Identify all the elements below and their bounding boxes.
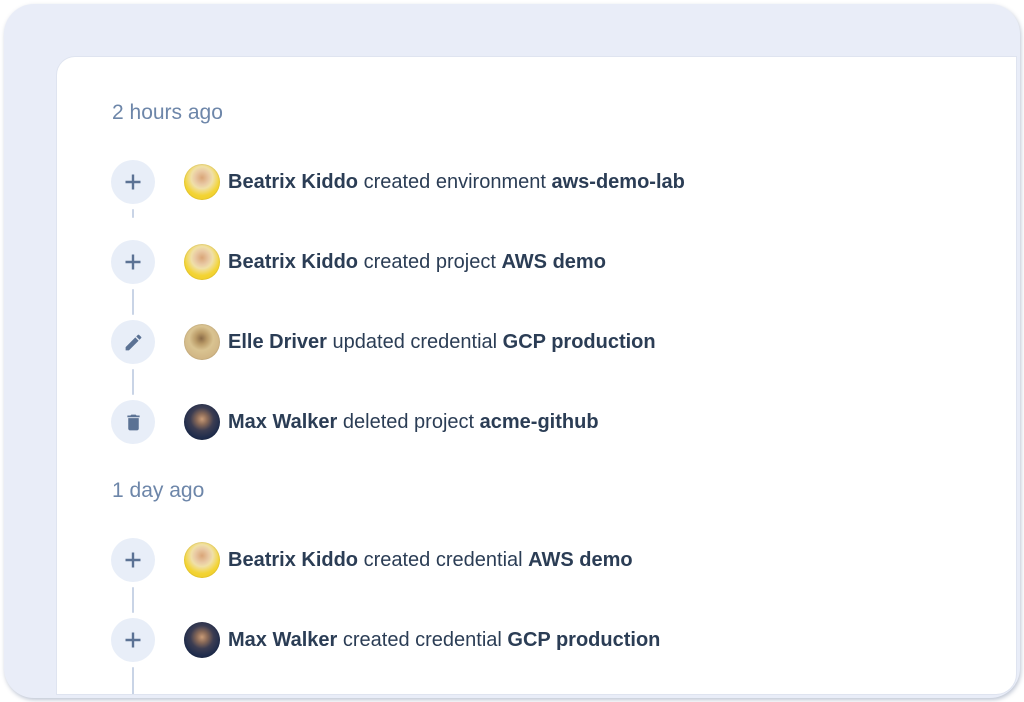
activity-group: Beatrix Kiddo created environment aws-de…	[57, 142, 1016, 462]
update-action-badge	[111, 320, 155, 364]
create-action-badge	[111, 240, 155, 284]
plus-icon	[121, 250, 145, 274]
delete-action-badge	[111, 400, 155, 444]
activity-feed-card: 2 hours ago Beatrix Kiddo created enviro…	[57, 57, 1016, 694]
create-action-badge	[111, 618, 155, 662]
activity-row[interactable]: Elle Driver updated credential GCP produ…	[57, 302, 1016, 382]
activity-text: Elle Driver updated credential GCP produ…	[228, 331, 656, 354]
activity-row[interactable]: Beatrix Kiddo created credential AWS dem…	[57, 520, 1016, 600]
plus-icon	[121, 170, 145, 194]
group-label-1-day-ago: 1 day ago	[112, 478, 1016, 504]
activity-text: Max Walker created credential GCP produc…	[228, 629, 660, 652]
user-name: Beatrix Kiddo	[228, 549, 358, 571]
target-name: AWS demo	[528, 549, 632, 571]
avatar-beatrix-kiddo	[184, 542, 220, 578]
trash-icon	[123, 412, 144, 433]
target-name: GCP production	[503, 331, 656, 353]
action-text: created environment	[364, 171, 546, 193]
plus-icon	[121, 628, 145, 652]
action-text: created project	[364, 251, 496, 273]
plus-icon	[121, 548, 145, 572]
activity-text: Max Walker deleted project acme-github	[228, 411, 599, 434]
action-text: created credential	[364, 549, 523, 571]
activity-text: Beatrix Kiddo created project AWS demo	[228, 251, 606, 274]
activity-text: Beatrix Kiddo created environment aws-de…	[228, 171, 685, 194]
target-name: acme-github	[480, 411, 599, 433]
group-label-2-hours-ago: 2 hours ago	[112, 100, 1016, 126]
user-name: Beatrix Kiddo	[228, 251, 358, 273]
user-name: Elle Driver	[228, 331, 327, 353]
timeline-connector	[132, 209, 134, 218]
avatar-max-walker	[184, 622, 220, 658]
action-text: updated credential	[333, 331, 498, 353]
pencil-icon	[123, 332, 144, 353]
target-name: AWS demo	[501, 251, 605, 273]
target-name: GCP production	[507, 629, 660, 651]
user-name: Beatrix Kiddo	[228, 171, 358, 193]
activity-row[interactable]: Max Walker created credential GCP produc…	[57, 600, 1016, 680]
timeline-connector	[132, 667, 134, 694]
avatar-max-walker	[184, 404, 220, 440]
target-name: aws-demo-lab	[551, 171, 684, 193]
backdrop-frame: 2 hours ago Beatrix Kiddo created enviro…	[4, 4, 1020, 698]
activity-row[interactable]: Max Walker deleted project acme-github	[57, 382, 1016, 462]
create-action-badge	[111, 538, 155, 582]
avatar-elle-driver	[184, 324, 220, 360]
avatar-beatrix-kiddo	[184, 244, 220, 280]
action-text: deleted project	[343, 411, 474, 433]
activity-row[interactable]: Beatrix Kiddo created project AWS demo	[57, 222, 1016, 302]
activity-group: Beatrix Kiddo created credential AWS dem…	[57, 520, 1016, 680]
activity-row[interactable]: Beatrix Kiddo created environment aws-de…	[57, 142, 1016, 222]
create-action-badge	[111, 160, 155, 204]
action-text: created credential	[343, 629, 502, 651]
user-name: Max Walker	[228, 629, 337, 651]
activity-text: Beatrix Kiddo created credential AWS dem…	[228, 549, 633, 572]
user-name: Max Walker	[228, 411, 337, 433]
avatar-beatrix-kiddo	[184, 164, 220, 200]
